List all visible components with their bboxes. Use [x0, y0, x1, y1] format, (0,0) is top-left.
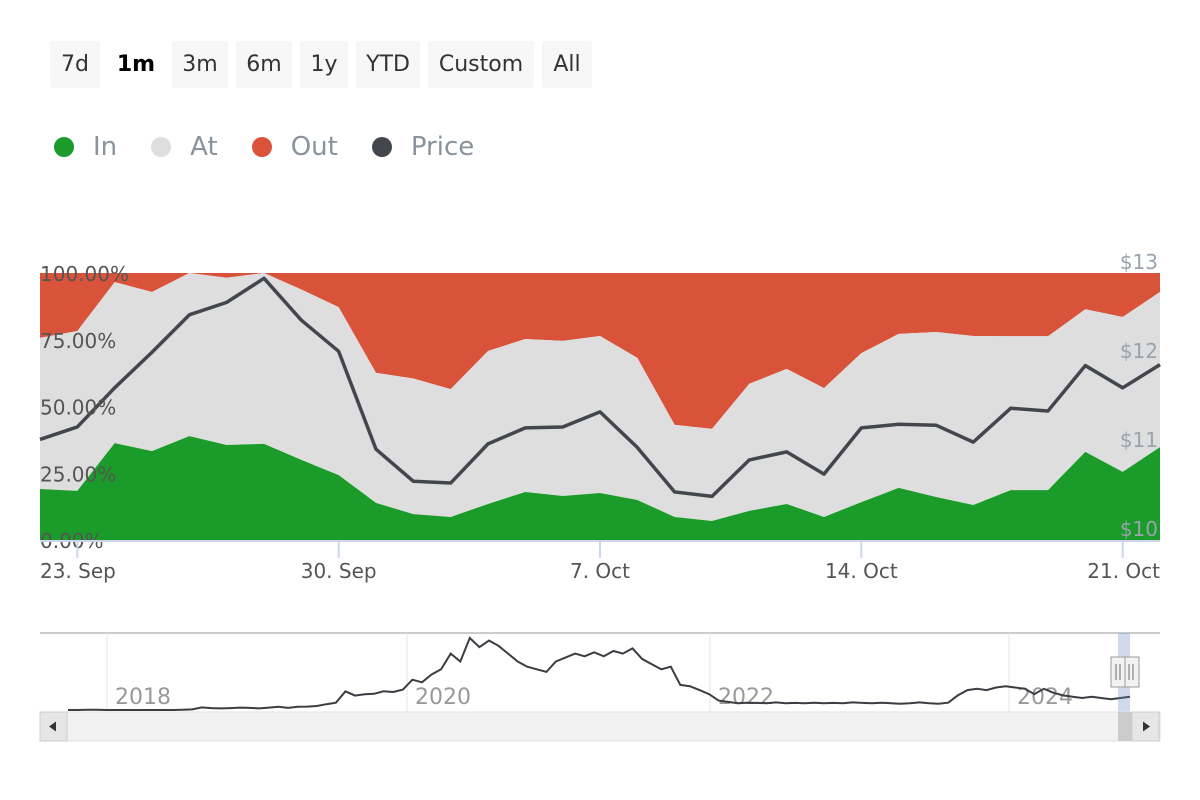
y-right-tick-label: $12 [1120, 339, 1158, 363]
navigator-handle-left[interactable] [1110, 656, 1126, 688]
y-left-tick-label: 25.00% [40, 462, 116, 486]
y-left-tick-label: 75.00% [40, 329, 116, 353]
navigator-price-line [68, 636, 1131, 711]
x-tick-label: 7. Oct [570, 559, 630, 583]
navigator[interactable]: 2018 2020 2022 2024 [40, 632, 1160, 712]
scrollbar-track[interactable] [39, 711, 1161, 742]
scrollbar[interactable] [39, 711, 1161, 742]
y-left-tick-label: 50.00% [40, 396, 116, 420]
navigator-handle-right[interactable] [1124, 656, 1140, 688]
y-right-tick-label: $11 [1120, 428, 1158, 452]
navigator-year-label: 2018 [115, 685, 171, 710]
x-tick-label: 23. Sep [40, 559, 116, 583]
x-tick-label: 21. Oct [1087, 559, 1160, 583]
navigator-handle[interactable] [1110, 656, 1140, 688]
y-left-tick-label: 100.00% [40, 262, 129, 286]
navigator-year-label: 2020 [415, 685, 471, 710]
x-tick-label: 14. Oct [825, 559, 898, 583]
navigator-year-label: 2022 [718, 685, 774, 710]
area-series-group [40, 273, 1160, 540]
x-axis: 23. Sep 30. Sep 7. Oct 14. Oct 21. Oct [40, 540, 1160, 583]
scrollbar-thumb[interactable] [1118, 712, 1132, 741]
y-right-tick-label: $13 [1120, 250, 1158, 274]
y-right-tick-label: $10 [1120, 517, 1158, 541]
main-chart: 0.00%25.00%50.00%75.00%100.00% $10$11$12… [39, 250, 1161, 742]
x-tick-label: 30. Sep [301, 559, 377, 583]
